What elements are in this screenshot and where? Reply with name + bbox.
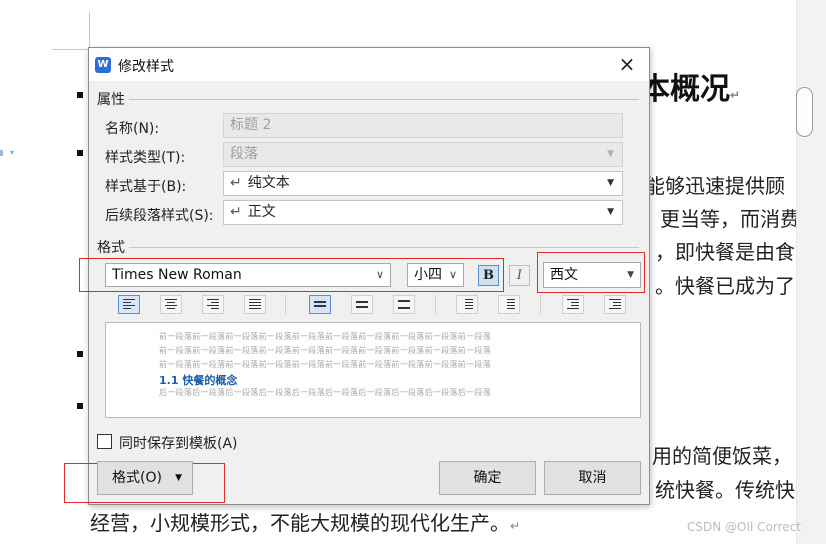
dropdown-arrow-icon: ▼ [607,149,614,159]
dialog-titlebar[interactable]: W 修改样式 × [89,48,649,81]
highlight-box-script [537,252,645,293]
align-center-icon[interactable] [160,295,182,314]
cancel-button[interactable]: 取消 [544,461,641,495]
style-type-value: 段落 [230,146,258,162]
dropdown-arrow-icon: ▼ [607,178,614,188]
decrease-indent-icon[interactable] [562,295,584,314]
preview-next-paragraph: 后一段落后一段落后一段落后一段落后一段落后一段落后一段落后一段落后一段落后一段落 [159,388,491,397]
scrollbar-thumb[interactable] [796,87,813,137]
dropdown-arrow-icon: ▼ [607,207,614,217]
close-icon[interactable]: × [615,52,639,76]
align-justify-icon[interactable] [244,295,266,314]
format-button-label: 格式(O) [112,470,162,486]
bullet-icon [77,351,83,357]
vertical-scrollbar[interactable] [796,0,826,544]
section-divider [129,99,639,100]
margin-marker-vertical [89,12,90,50]
side-tick [0,150,3,156]
following-style-value: 正文 [247,204,276,220]
preview-previous-paragraph: 前一段落前一段落前一段落前一段落前一段落前一段落前一段落前一段落前一段落前一段落 [159,346,491,355]
preview-previous-paragraph: 前一段落前一段落前一段落前一段落前一段落前一段落前一段落前一段落前一段落前一段落 [159,360,491,369]
based-on-value: 纯文本 [247,175,290,191]
highlight-box-font [79,258,504,292]
bullet-icon [77,150,83,156]
align-right-icon[interactable] [202,295,224,314]
style-type-label: 样式类型(T): [105,150,186,166]
doc-text-line: 能够迅速提供顾 [645,174,785,198]
modify-style-dialog: W 修改样式 × 属性 名称(N): 标题 2 样式类型(T): 段落 ▼ 样式… [64,47,650,505]
align-left-icon[interactable] [118,295,140,314]
space-before-icon[interactable] [456,295,478,314]
one-half-spacing-icon[interactable] [351,295,373,314]
return-arrow-icon: ↵ [230,175,242,191]
ok-button[interactable]: 确定 [439,461,536,495]
style-name-field[interactable]: 标题 2 [223,113,623,138]
doc-text-line: ，即快餐是由食 [655,240,795,264]
watermark: CSDN @OIl Correct [687,520,801,534]
doc-text-line: 用的简便饭菜， [652,444,792,468]
preview-previous-paragraph: 前一段落前一段落前一段落前一段落前一段落前一段落前一段落前一段落前一段落前一段落 [159,332,491,341]
double-spacing-icon[interactable] [393,295,415,314]
wps-writer-icon: W [95,57,111,73]
collapse-arrow-icon[interactable]: ▾ [10,148,14,157]
doc-text-line: 经营，小规模形式，不能大规模的现代化生产。↵ [90,511,521,535]
following-style-label: 后续段落样式(S): [105,208,214,224]
doc-heading: 本概况↵ [640,72,741,107]
bullet-icon [77,403,83,409]
doc-text-line: 统快餐。传统快 [655,478,795,502]
name-label: 名称(N): [105,121,160,137]
based-on-label: 样式基于(B): [105,179,187,195]
format-menu-button[interactable]: 格式(O) ▼ [97,461,193,495]
following-style-select[interactable]: ↵ 正文 ▼ [223,200,623,225]
italic-button[interactable]: I [509,265,530,286]
style-preview-pane: 前一段落前一段落前一段落前一段落前一段落前一段落前一段落前一段落前一段落前一段落… [105,322,641,418]
preview-sample-heading: 1.1 快餐的概念 [159,374,238,387]
toolbar-separator [285,295,286,314]
increase-indent-icon[interactable] [604,295,626,314]
doc-text-line: 更当等，而消费 [660,207,800,231]
format-section-label: 格式 [97,240,125,256]
properties-section-label: 属性 [97,92,125,108]
doc-text-line: 。快餐已成为了 [655,274,795,298]
margin-marker-horizontal [52,49,90,50]
style-type-select[interactable]: 段落 ▼ [223,142,623,167]
dialog-title: 修改样式 [118,59,174,75]
bullet-icon [77,92,83,98]
toolbar-separator [540,295,541,314]
save-to-template-label[interactable]: 同时保存到模板(A) [119,433,238,453]
space-after-icon[interactable] [498,295,520,314]
return-arrow-icon: ↵ [230,204,242,220]
toolbar-separator [435,295,436,314]
save-to-template-checkbox[interactable] [97,434,112,449]
based-on-select[interactable]: ↵ 纯文本 ▼ [223,171,623,196]
single-spacing-icon[interactable] [309,295,331,314]
dropdown-arrow-icon: ▼ [175,473,182,483]
section-divider [129,247,639,248]
